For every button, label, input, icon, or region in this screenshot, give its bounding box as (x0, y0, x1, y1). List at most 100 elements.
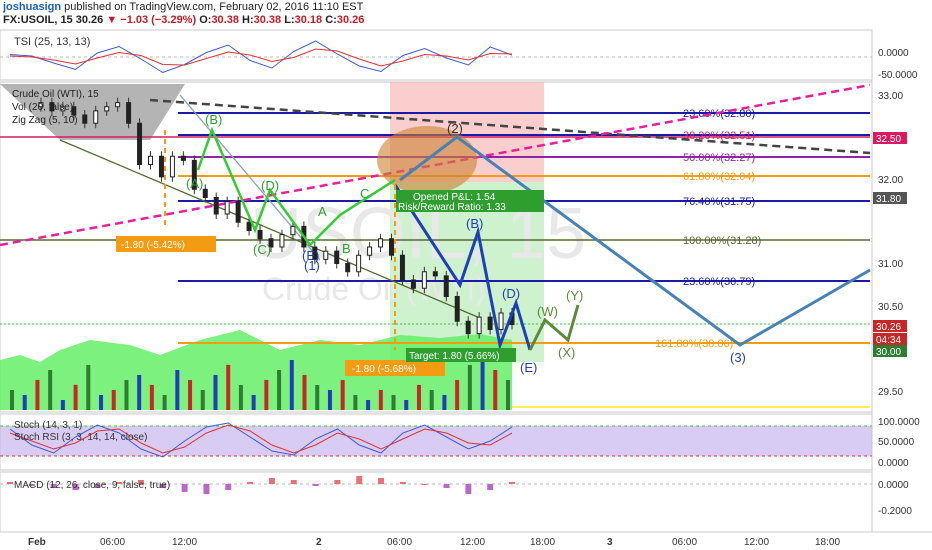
volume-bar (200, 390, 205, 410)
macd-bar (268, 478, 275, 484)
price-legend-symbol: Crude Oil (WTI), 15 (12, 89, 99, 100)
stoch-tick-1: 50.0000 (878, 437, 915, 448)
volume-bar (73, 385, 78, 410)
volume-bar (289, 360, 294, 410)
candle-body (432, 271, 438, 277)
measure-label-left: -1.80 (-5.42%) (121, 240, 185, 251)
volume-bar (22, 395, 27, 410)
fib-label-7: 161.80%(30.06) (655, 338, 733, 350)
volume-bar (86, 365, 91, 410)
volume-bar (35, 380, 40, 410)
macd-bar (290, 480, 297, 484)
candle-body (169, 155, 175, 178)
wave-label-e-blue: (E) (520, 360, 537, 375)
volume-bar (111, 390, 116, 410)
stoch-tick-2: 0.0000 (878, 458, 909, 469)
candle-body (334, 250, 340, 264)
candle-body (356, 254, 362, 273)
stoch-rsi-title: Stoch RSI (3, 3, 14, 14, close) (14, 432, 147, 443)
fib-label-3: 61.80%(32.04) (683, 171, 755, 183)
volume-bar (493, 370, 498, 410)
volume-bar (416, 385, 421, 410)
risk-reward-label: Risk/Reward Ratio: 1.33 (398, 202, 506, 213)
volume-bar (162, 395, 167, 410)
fib-label-1: 38.20%(32.51) (683, 130, 755, 142)
candle-body (410, 279, 416, 289)
target-label: Target: 1.80 (5.66%) (409, 351, 500, 362)
volume-bar (48, 370, 53, 410)
candle-body (180, 155, 186, 161)
volume-bar (149, 385, 154, 410)
stoch-title: Stoch (14, 3, 1) (14, 420, 82, 431)
candle-body (367, 246, 373, 256)
price-tick-1: 32.00 (878, 175, 903, 186)
candle-body (224, 201, 230, 215)
fib-label-5: 100.00%(31.28) (683, 235, 761, 247)
macd-bar (465, 484, 472, 494)
macd-tick-1: -0.2000 (878, 506, 912, 517)
price-tag-target: 30.00 (876, 347, 901, 358)
volume-bar (10, 390, 14, 410)
volume-bar (442, 395, 447, 410)
volume-bar (467, 365, 472, 410)
candle-body (476, 316, 482, 335)
candle-body (257, 230, 263, 240)
measure-label-mid: -1.80 (-5.68%) (352, 364, 416, 375)
macd-bar (225, 484, 232, 490)
candle-body (323, 250, 329, 260)
candle-body (115, 102, 121, 108)
time-tick-3: 2 (316, 537, 322, 548)
trading-chart[interactable]: TSI (25, 13, 13) 0.0000 -50.0000 USOIL, … (0, 0, 932, 550)
candle-body (235, 201, 241, 223)
candle-body (399, 254, 405, 281)
price-tick-2: 31.00 (878, 259, 903, 270)
time-tick-2: 12:00 (172, 537, 197, 548)
price-tag-gray: 31.80 (876, 194, 901, 205)
tsi-tick-1: -50.0000 (878, 70, 918, 81)
macd-bar (399, 482, 406, 484)
time-tick-1: 06:00 (100, 537, 125, 548)
candle-body (487, 316, 493, 330)
macd-bar (487, 484, 494, 490)
wave-label-a-small: A (318, 204, 327, 219)
wave-label-b-small: B (342, 241, 351, 256)
volume-bar (404, 400, 409, 410)
candle-body (465, 320, 471, 335)
candle-body (454, 296, 460, 322)
candle-body (104, 106, 110, 112)
volume-bar (60, 400, 65, 410)
candle-body (279, 234, 285, 248)
macd-bar (421, 484, 428, 485)
time-tick-8: 06:00 (672, 537, 697, 548)
price-tick-3: 30.50 (878, 302, 903, 313)
candle-body (158, 155, 164, 178)
candle-body (443, 275, 449, 297)
macd-tick-0: 0.0000 (878, 480, 909, 491)
candle-body (148, 155, 153, 165)
wave-label-d-green: (D) (261, 178, 279, 193)
price-tag-resistance: 32.50 (876, 134, 901, 145)
volume-bar (277, 370, 282, 410)
price-legend-volume: Vol (20, false) (12, 102, 73, 113)
macd-bar (312, 484, 319, 486)
tsi-tick-0: 0.0000 (878, 48, 909, 59)
time-tick-9: 12:00 (744, 537, 769, 548)
wave-label-b-green: (B) (205, 112, 222, 127)
price-tag-countdown: 04:34 (876, 335, 901, 346)
candle-body (82, 114, 88, 124)
time-tick-0: Feb (28, 537, 46, 548)
candle-body (126, 102, 132, 124)
macd-title: MACD (12, 26, close, 9, false, true) (14, 480, 170, 491)
volume-bar (353, 395, 358, 410)
candle-body (345, 263, 351, 273)
time-tick-10: 18:00 (815, 537, 840, 548)
volume-bar (124, 380, 129, 410)
macd-bar (378, 478, 385, 484)
candle-body (498, 312, 504, 330)
volume-bar (366, 400, 371, 410)
candle-body (389, 238, 394, 256)
candle-body (93, 110, 99, 124)
wave-label-a-green: (A) (186, 176, 203, 191)
wave-label-y: (Y) (566, 288, 583, 303)
volume-bar (264, 380, 269, 410)
